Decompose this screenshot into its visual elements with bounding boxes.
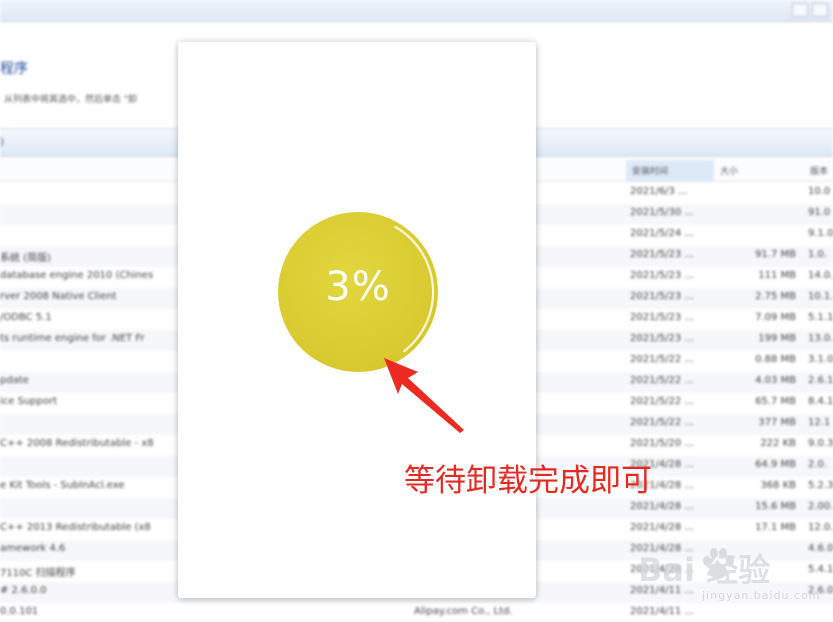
program-install-date: 2021/5/22 ... xyxy=(630,396,694,407)
program-name: ts runtime engine for .NET Fr xyxy=(0,333,145,344)
program-install-date: 2021/5/30 ... xyxy=(630,207,694,218)
program-version: 3.1.0 xyxy=(808,354,833,365)
toolbar-label: ) xyxy=(0,137,4,148)
minimize-button[interactable] xyxy=(792,3,808,17)
column-size[interactable]: 大小 xyxy=(720,164,738,177)
program-install-date: 2021/5/20 ... xyxy=(630,438,694,449)
program-version: 14.0. xyxy=(808,270,833,281)
program-install-date: 2021/5/22 ... xyxy=(630,375,694,386)
program-name: rver 2008 Native Client xyxy=(0,291,117,302)
program-name: database engine 2010 (Chines xyxy=(0,270,154,281)
program-size: 0.88 MB xyxy=(755,354,796,365)
help-button[interactable] xyxy=(812,3,828,17)
program-version: 9.0.3 xyxy=(808,438,833,449)
program-size: 15.6 MB xyxy=(755,501,796,512)
program-install-date: 2021/5/23 ... xyxy=(630,312,694,323)
program-install-date: 2021/5/23 ... xyxy=(630,291,694,302)
program-version: 2.0. xyxy=(808,459,828,470)
program-version: 12.0. xyxy=(808,522,833,533)
program-size: 91.7 MB xyxy=(755,249,796,260)
watermark-url: jingyan.baidu.com xyxy=(702,589,821,602)
program-name: C++ 2013 Redistributable (x8 xyxy=(0,522,151,533)
address-hint xyxy=(0,2,140,15)
panel-description: 从列表中将其选中，然后单击 "卸 xyxy=(4,95,138,105)
baidu-paw-icon xyxy=(703,548,734,579)
program-install-date: 2021/5/22 ... xyxy=(630,417,694,428)
program-version: 2.00. xyxy=(808,501,833,512)
program-name: C++ 2008 Redistributable - x8 xyxy=(0,438,154,449)
program-install-date: 2021/5/23 ... xyxy=(630,333,694,344)
program-version: 2.6.1 xyxy=(808,375,833,386)
program-name: 0.0.101 xyxy=(0,606,39,617)
program-size: 377 MB xyxy=(758,417,796,428)
program-install-date: 2021/5/23 ... xyxy=(630,270,694,281)
program-install-date: 2021/5/22 ... xyxy=(630,354,694,365)
column-version[interactable]: 版本 xyxy=(810,164,828,177)
program-size: 64.9 MB xyxy=(755,459,796,470)
program-install-date: 2021/6/3 ... xyxy=(630,186,688,197)
baidu-watermark: Bai 经验 jingyan.baidu.com xyxy=(636,545,831,620)
program-version: 1.0. xyxy=(808,249,828,260)
program-size: 199 MB xyxy=(758,333,796,344)
program-install-date: 2021/5/23 ... xyxy=(630,249,694,260)
program-install-date: 2021/4/28 ... xyxy=(630,501,694,512)
program-install-date: 2021/5/24 ... xyxy=(630,228,694,239)
program-version: 9.1.0 xyxy=(808,228,833,239)
program-size: 2.75 MB xyxy=(755,291,796,302)
program-size: 4.03 MB xyxy=(755,375,796,386)
program-install-date: 2021/4/28 ... xyxy=(630,522,694,533)
program-name: /ODBC 5.1 xyxy=(0,312,52,323)
annotation-text: 等待卸载完成即可 xyxy=(404,463,652,499)
program-name: 7110C 扫描程序 xyxy=(0,568,76,579)
program-size: 111 MB xyxy=(758,270,796,281)
program-name: amework 4.6 xyxy=(0,543,66,554)
panel-title: 程序 xyxy=(0,61,28,77)
program-version: 5.2.3 xyxy=(808,480,833,491)
program-publisher: Alipay.com Co., Ltd. xyxy=(414,606,513,617)
program-version: 8.4.1 xyxy=(808,396,833,407)
program-size: 222 KB xyxy=(760,438,796,449)
program-name: 系统 (简版) xyxy=(0,253,51,264)
program-version: 10.0 xyxy=(808,186,831,197)
program-size: 65.7 MB xyxy=(755,396,796,407)
program-version: 91.0 xyxy=(808,207,831,218)
program-name: pdate xyxy=(0,375,29,386)
program-version: 5.1.1 xyxy=(808,312,833,323)
program-name: # 2.6.0.0 xyxy=(0,585,47,596)
program-name: e Kit Tools - SubInAcl.exe xyxy=(0,480,125,491)
program-version: 12.1 xyxy=(808,417,831,428)
program-version: 13.0. xyxy=(808,333,833,344)
progress-percent: 3% xyxy=(325,264,391,310)
program-size: 368 KB xyxy=(760,480,796,491)
red-arrow-icon xyxy=(384,358,464,433)
program-name: ice Support xyxy=(0,396,58,407)
window-top-bar xyxy=(0,0,833,22)
program-size: 17.1 MB xyxy=(755,522,796,533)
program-size: 7.09 MB xyxy=(755,312,796,323)
program-version: 10.1. xyxy=(808,291,833,302)
column-installed-on[interactable]: 安装时间 xyxy=(632,164,668,177)
